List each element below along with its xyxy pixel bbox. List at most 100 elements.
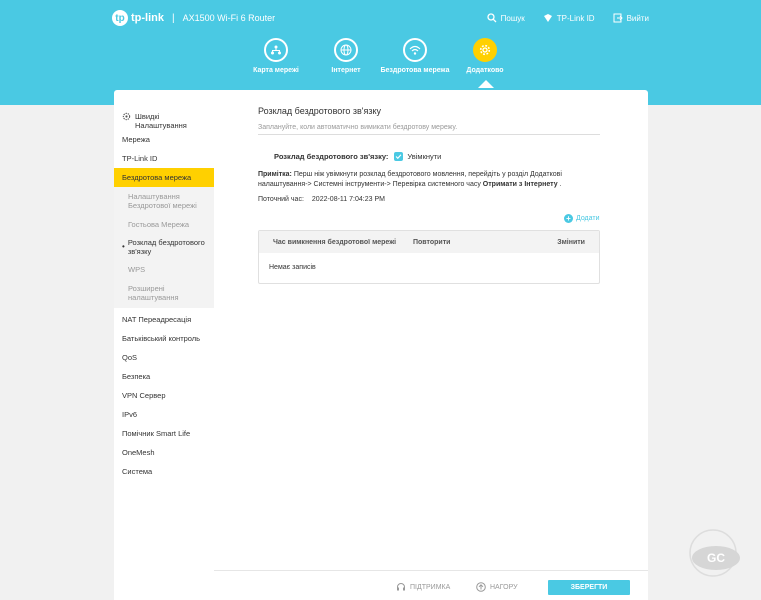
sidebar-item-label: QoS <box>122 353 138 362</box>
sidebar-item-label: TP-Link ID <box>122 154 158 163</box>
schedule-toggle-row: Розклад бездротового зв'язку: Увімкнути <box>274 152 441 161</box>
top-label: НАГОРУ <box>490 583 518 591</box>
brand-separator: | <box>172 12 175 24</box>
sidebar-subitem-guest[interactable]: Гостьова Мережа <box>114 215 214 233</box>
nav-advanced[interactable]: Додатково <box>450 38 520 74</box>
sidebar-item-label: Налаштування Бездротової мережі <box>128 192 197 210</box>
page-title: Розклад бездротового зв'язку <box>258 106 382 116</box>
back-to-top-button[interactable]: НАГОРУ <box>476 582 518 592</box>
tplink-logo-icon: tp <box>112 10 128 26</box>
check-icon <box>396 154 402 160</box>
sidebar-item-label: Розширені налаштування <box>128 284 179 302</box>
nav-internet[interactable]: Інтернет <box>311 38 381 74</box>
nav-label: Бездротова мережа <box>380 67 450 74</box>
brand-logo[interactable]: tp tp-link | AX1500 Wi-Fi 6 Router <box>112 10 275 26</box>
nav-label: Додатково <box>466 67 504 74</box>
sidebar-subitem-wireless-settings[interactable]: Налаштування Бездротової мережі <box>114 187 214 215</box>
network-map-icon <box>264 38 288 62</box>
add-button[interactable]: + Додати <box>564 214 600 223</box>
router-model: AX1500 Wi-Fi 6 Router <box>182 13 276 23</box>
sidebar-item-nat[interactable]: NAT Переадресація <box>114 310 214 329</box>
column-header-edit: Змінити <box>557 238 585 246</box>
schedule-toggle-label: Розклад бездротового зв'язку: <box>274 152 389 161</box>
nav-wireless[interactable]: Бездротова мережа <box>380 38 450 74</box>
sidebar-item-vpn[interactable]: VPN Сервер <box>114 386 214 405</box>
sidebar-subitem-schedule[interactable]: • Розклад бездротового зв'язку <box>114 233 214 260</box>
quick-setup-icon <box>122 112 131 121</box>
search-icon <box>487 13 497 23</box>
search-button[interactable]: Пошук <box>487 13 525 23</box>
tplink-id-icon <box>543 14 552 22</box>
tplink-id-label: TP-Link ID <box>556 13 595 23</box>
footer-bar: ПІДТРИМКА НАГОРУ ЗБЕРЕГТИ <box>214 570 648 600</box>
sidebar-item-security[interactable]: Безпека <box>114 367 214 386</box>
table-header: Час вимкнення бездротової мережі Повтори… <box>259 231 599 253</box>
page-description: Заплануйте, коли автоматично вимикати бе… <box>258 124 458 131</box>
table-empty-message: Немає записів <box>269 264 316 271</box>
sidebar-item-label: Розклад бездротового зв'язку <box>127 237 205 256</box>
tplink-id-button[interactable]: TP-Link ID <box>543 13 595 23</box>
headset-icon <box>397 583 405 591</box>
note-bold-link: Отримати з Інтернету <box>482 181 558 188</box>
main-nav: Карта мережі Інтернет Бездротова мережа … <box>0 38 761 98</box>
sidebar-item-label: Батьківський контроль <box>122 334 201 343</box>
title-divider <box>258 134 600 135</box>
support-button[interactable]: ПІДТРИМКА <box>396 582 450 592</box>
sidebar-item-system[interactable]: Система <box>114 462 214 481</box>
sidebar-item-onemesh[interactable]: OneMesh <box>114 443 214 462</box>
sidebar-item-smartlife[interactable]: Помічник Smart Life <box>114 424 214 443</box>
wifi-icon <box>403 38 427 62</box>
note-label: Примітка: <box>258 171 292 178</box>
sidebar-item-qos[interactable]: QoS <box>114 348 214 367</box>
sidebar-item-label: WPS <box>128 264 146 274</box>
sidebar-subitem-advanced[interactable]: Розширені налаштування <box>114 278 214 308</box>
search-label: Пошук <box>500 13 525 23</box>
globe-icon <box>334 38 358 62</box>
sidebar-item-label: Бездротова мережа <box>122 173 192 182</box>
sidebar-item-tplink-id[interactable]: TP-Link ID <box>114 149 214 168</box>
schedule-table: Час вимкнення бездротової мережі Повтори… <box>258 230 600 284</box>
sidebar-item-network[interactable]: Мережа <box>114 130 214 149</box>
nav-network-map[interactable]: Карта мережі <box>241 38 311 74</box>
sidebar-item-label: VPN Сервер <box>122 391 166 400</box>
schedule-enable-checkbox[interactable] <box>394 152 404 161</box>
sidebar-item-label: IPv6 <box>122 410 138 419</box>
logout-icon <box>613 13 623 23</box>
sidebar-subitem-wps[interactable]: WPS <box>114 260 214 278</box>
sidebar-item-label: Гостьова Мережа <box>128 219 190 229</box>
sidebar-item-label: OneMesh <box>122 448 155 457</box>
sidebar-item-wireless[interactable]: Бездротова мережа <box>114 168 214 187</box>
current-time-value: 2022-08-11 7:04:23 PM <box>311 196 385 203</box>
svg-text:GC: GC <box>707 551 725 565</box>
nav-label: Карта мережі <box>253 67 299 74</box>
support-label: ПІДТРИМКА <box>410 583 451 591</box>
main-panel: Розклад бездротового зв'язку Заплануйте,… <box>214 90 648 600</box>
current-time-row: Поточний час: 2022-08-11 7:04:23 PM <box>258 196 385 203</box>
gecid-watermark-logo: GC <box>689 529 740 577</box>
schedule-enable-label: Увімкнути <box>407 152 442 161</box>
nav-active-pointer <box>478 80 494 88</box>
sidebar: Швидкі Налаштування Мережа TP-Link ID Бе… <box>114 90 214 600</box>
sidebar-item-label: Швидкі Налаштування <box>135 112 187 130</box>
top-actions: Пошук TP-Link ID Вийти <box>487 13 649 23</box>
sidebar-submenu-wireless: Налаштування Бездротової мережі Гостьова… <box>114 187 214 308</box>
sidebar-item-label: Система <box>122 467 153 476</box>
plus-icon: + <box>564 214 573 223</box>
sidebar-item-label: Мережа <box>122 135 150 144</box>
sidebar-item-ipv6[interactable]: IPv6 <box>114 405 214 424</box>
logout-button[interactable]: Вийти <box>613 13 649 23</box>
sidebar-item-label: NAT Переадресація <box>122 315 192 324</box>
column-header-off-time: Час вимкнення бездротової мережі <box>273 238 397 246</box>
sidebar-item-label: Помічник Smart Life <box>122 429 191 438</box>
sidebar-item-label: Безпека <box>122 372 151 381</box>
sidebar-item-parental[interactable]: Батьківський контроль <box>114 329 214 348</box>
add-label: Додати <box>576 215 600 222</box>
column-header-repeat: Повторити <box>413 238 451 246</box>
note-text: Примітка: Перш ніж увімкнути розклад без… <box>258 170 598 190</box>
active-bullet-icon: • <box>122 242 125 251</box>
save-button[interactable]: ЗБЕРЕГТИ <box>548 580 630 595</box>
sidebar-item-quick-setup[interactable]: Швидкі Налаштування <box>114 90 214 130</box>
nav-label: Інтернет <box>331 67 361 74</box>
brand-name: tp-link <box>131 12 164 24</box>
current-time-label: Поточний час: <box>258 196 304 203</box>
